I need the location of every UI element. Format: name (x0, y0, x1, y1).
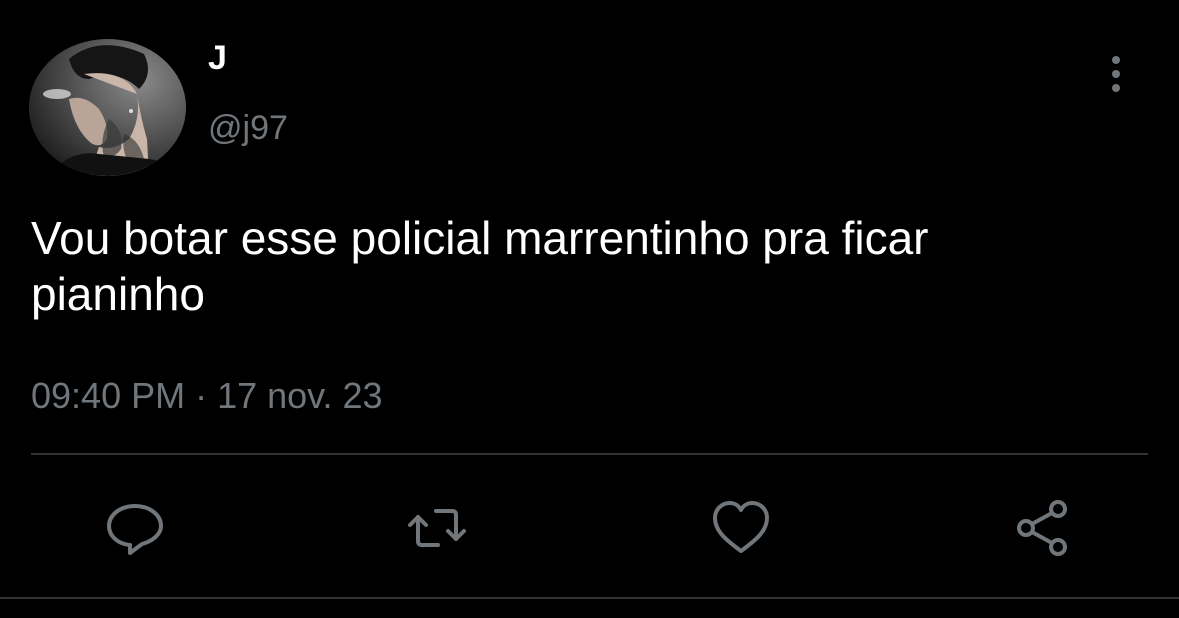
reply-button[interactable] (102, 495, 168, 561)
more-vertical-icon (1112, 56, 1120, 92)
tweet-date: 17 nov. 23 (217, 375, 383, 416)
bottom-divider (0, 597, 1179, 599)
like-button[interactable] (708, 495, 774, 561)
retweet-button[interactable] (404, 495, 470, 561)
divider (31, 453, 1148, 455)
retweet-icon (408, 509, 466, 547)
share-icon (1017, 500, 1067, 556)
meta-separator: · (185, 375, 218, 416)
avatar-image (29, 39, 186, 176)
user-handle[interactable]: @j97 (208, 108, 288, 148)
tweet-timestamp[interactable]: 09:40 PM · 17 nov. 23 (31, 374, 383, 418)
share-button[interactable] (1010, 495, 1076, 561)
more-options-button[interactable] (1098, 52, 1134, 100)
tweet-time: 09:40 PM (31, 375, 186, 416)
avatar[interactable] (29, 39, 186, 176)
display-name[interactable]: J (208, 38, 227, 78)
tweet-text: Vou botar esse policial marrentinho pra … (31, 212, 929, 320)
tweet-card: J @j97 Vou botar esse policial marrentin… (0, 0, 1179, 618)
heart-icon (713, 501, 769, 553)
comment-icon (107, 504, 163, 555)
